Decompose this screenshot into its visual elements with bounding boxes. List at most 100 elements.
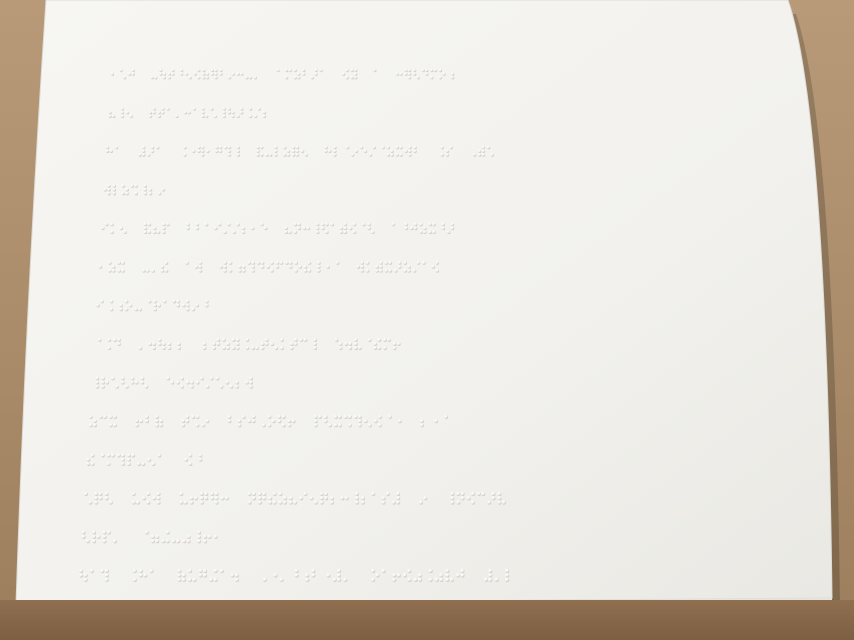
braille-dot — [182, 152, 187, 157]
braille-dot — [118, 303, 123, 307]
braille-dot — [179, 491, 183, 496]
braille-dot — [363, 149, 367, 153]
braille-dot — [262, 114, 266, 118]
braille-dot — [196, 538, 201, 543]
braille-dot — [450, 222, 454, 226]
braille-dot — [121, 183, 125, 188]
braille-dot — [494, 577, 499, 582]
braille-dot — [235, 341, 239, 346]
braille-dot — [214, 491, 218, 496]
braille-dot — [442, 72, 446, 76]
braille-dot — [472, 152, 476, 157]
braille-dot — [198, 264, 202, 269]
braille-dot — [428, 222, 432, 226]
braille-dot — [104, 496, 109, 500]
braille-dot — [269, 268, 274, 272]
braille-dot — [340, 496, 344, 500]
braille-dot — [125, 191, 129, 195]
braille-dot — [125, 187, 129, 191]
braille-dot — [177, 577, 181, 582]
braille-dot — [291, 145, 295, 149]
braille-dot — [134, 380, 138, 384]
braille-dot — [89, 568, 94, 573]
braille-dot — [353, 75, 357, 79]
braille-dot — [110, 222, 114, 226]
braille-dot — [141, 268, 146, 272]
braille-dot — [431, 264, 435, 269]
braille-dot — [181, 423, 185, 427]
braille-dot — [273, 573, 277, 577]
braille-dot — [418, 222, 423, 226]
braille-dot — [375, 268, 379, 272]
braille-dot — [199, 491, 204, 496]
braille-dot — [303, 337, 307, 342]
braille-dot — [460, 568, 464, 573]
braille-dot — [450, 496, 454, 500]
braille-dot — [102, 534, 106, 539]
braille-dot — [301, 68, 305, 72]
braille-dot — [177, 568, 181, 573]
braille-dot — [95, 376, 99, 380]
braille-dot — [215, 376, 219, 380]
braille-dot — [94, 500, 98, 504]
braille-dot — [100, 384, 105, 388]
braille-dot — [288, 68, 292, 72]
braille-dot — [141, 149, 145, 153]
braille-dot — [198, 453, 202, 457]
braille-dot — [423, 496, 427, 500]
braille-dot — [146, 500, 150, 504]
braille-dot — [180, 376, 184, 380]
braille-dot — [141, 152, 145, 157]
braille-dot — [320, 222, 325, 226]
braille-dot — [501, 500, 506, 504]
braille-dot — [481, 152, 485, 157]
braille-dot — [227, 75, 231, 79]
braille-dot — [407, 75, 411, 79]
braille-dot — [221, 337, 226, 342]
braille-dot — [432, 230, 436, 234]
braille-dot — [250, 345, 255, 350]
braille-dot — [100, 226, 105, 230]
braille-dot — [202, 341, 206, 346]
braille-dot — [313, 423, 318, 427]
braille-dot — [81, 530, 86, 534]
braille-dot — [205, 72, 209, 76]
braille-dot — [231, 337, 235, 342]
braille-dot — [151, 461, 155, 466]
braille-dot — [357, 418, 362, 423]
braille-dot — [395, 72, 399, 76]
braille-dot — [143, 222, 147, 226]
braille-dot — [343, 222, 347, 226]
braille-dot — [123, 230, 127, 234]
braille-dot — [130, 183, 134, 188]
braille-dot — [235, 337, 239, 342]
braille-dot — [248, 376, 253, 380]
braille-dot — [488, 568, 492, 573]
braille-dot — [377, 337, 381, 342]
braille-dot — [324, 222, 329, 226]
braille-dot — [332, 145, 337, 149]
braille-dot — [218, 145, 222, 149]
braille-dot — [236, 152, 240, 157]
braille-dot — [367, 337, 371, 342]
braille-dot — [441, 226, 445, 230]
braille-dot — [119, 68, 123, 72]
braille-dot — [202, 538, 207, 543]
braille-dot — [188, 461, 192, 466]
braille-dot — [132, 577, 137, 582]
braille-dot — [201, 72, 205, 76]
braille-dot — [161, 222, 166, 226]
braille-dot — [445, 152, 449, 157]
braille-dot — [248, 106, 252, 111]
braille-dot — [354, 149, 358, 153]
braille-dot — [205, 384, 209, 388]
braille-dot — [276, 68, 280, 72]
braille-dot — [114, 384, 119, 388]
braille-dot — [223, 268, 227, 272]
braille-dot — [91, 538, 96, 543]
braille-dot — [314, 72, 318, 76]
braille-dot — [339, 226, 343, 230]
braille-dot — [497, 491, 501, 496]
braille-dot — [404, 222, 408, 226]
braille-dot — [146, 152, 150, 157]
